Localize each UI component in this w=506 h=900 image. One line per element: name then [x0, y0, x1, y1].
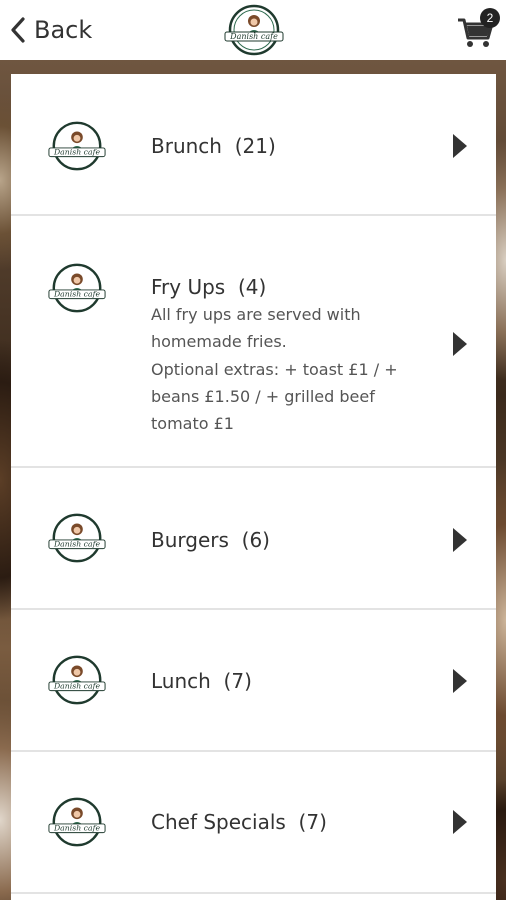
- category-description: All fry ups are served with homemade fri…: [151, 305, 361, 351]
- category-text: Brunch (21): [151, 133, 411, 159]
- svg-text:Danish cafe: Danish cafe: [229, 32, 278, 41]
- category-list: Danish cafe Brunch (21) Danish cafe Fry …: [11, 74, 496, 900]
- category-text: Fry Ups (4) All fry ups are served with …: [151, 274, 411, 437]
- category-text: Burgers (6): [151, 527, 411, 553]
- triangle-right-icon: [453, 332, 467, 356]
- category-title: Fry Ups (4): [151, 275, 267, 299]
- category-text: Chef Specials (7): [151, 809, 411, 835]
- chevron-left-icon: [11, 17, 25, 43]
- category-title: Brunch (21): [151, 134, 276, 158]
- back-button[interactable]: Back: [8, 14, 92, 46]
- category-text: Lunch (7): [151, 668, 411, 694]
- category-description: Optional extras: + toast £1 / + beans £1…: [151, 360, 398, 433]
- svg-text:Danish cafe: Danish cafe: [53, 824, 100, 833]
- cafe-logo: Danish cafe: [48, 655, 106, 705]
- svg-text:Danish cafe: Danish cafe: [53, 290, 100, 299]
- triangle-right-icon: [453, 528, 467, 552]
- cart-count-badge: 2: [480, 8, 500, 28]
- top-bar: Back Danish cafe 2: [0, 0, 506, 60]
- cafe-logo: Danish cafe: [48, 263, 106, 313]
- cafe-logo: Danish cafe: [48, 121, 106, 171]
- back-label: Back: [34, 16, 93, 44]
- cafe-logo: Danish cafe: [224, 4, 284, 56]
- svg-text:Danish cafe: Danish cafe: [53, 540, 100, 549]
- category-title: Lunch (7): [151, 669, 252, 693]
- category-row-fry-ups[interactable]: Danish cafe Fry Ups (4) All fry ups are …: [11, 216, 496, 468]
- category-row-brunch[interactable]: Danish cafe Brunch (21): [11, 74, 496, 216]
- category-row-burgers[interactable]: Danish cafe Burgers (6): [11, 468, 496, 610]
- cafe-logo: Danish cafe: [48, 513, 106, 563]
- triangle-right-icon: [453, 810, 467, 834]
- triangle-right-icon: [453, 669, 467, 693]
- triangle-right-icon: [453, 134, 467, 158]
- category-title: Burgers (6): [151, 528, 270, 552]
- svg-text:Danish cafe: Danish cafe: [53, 148, 100, 157]
- cafe-logo: Danish cafe: [48, 797, 106, 847]
- svg-text:Danish cafe: Danish cafe: [53, 682, 100, 691]
- category-row-lunch[interactable]: Danish cafe Lunch (7): [11, 610, 496, 752]
- category-title: Chef Specials (7): [151, 810, 327, 834]
- category-row-chef-specials[interactable]: Danish cafe Chef Specials (7): [11, 752, 496, 894]
